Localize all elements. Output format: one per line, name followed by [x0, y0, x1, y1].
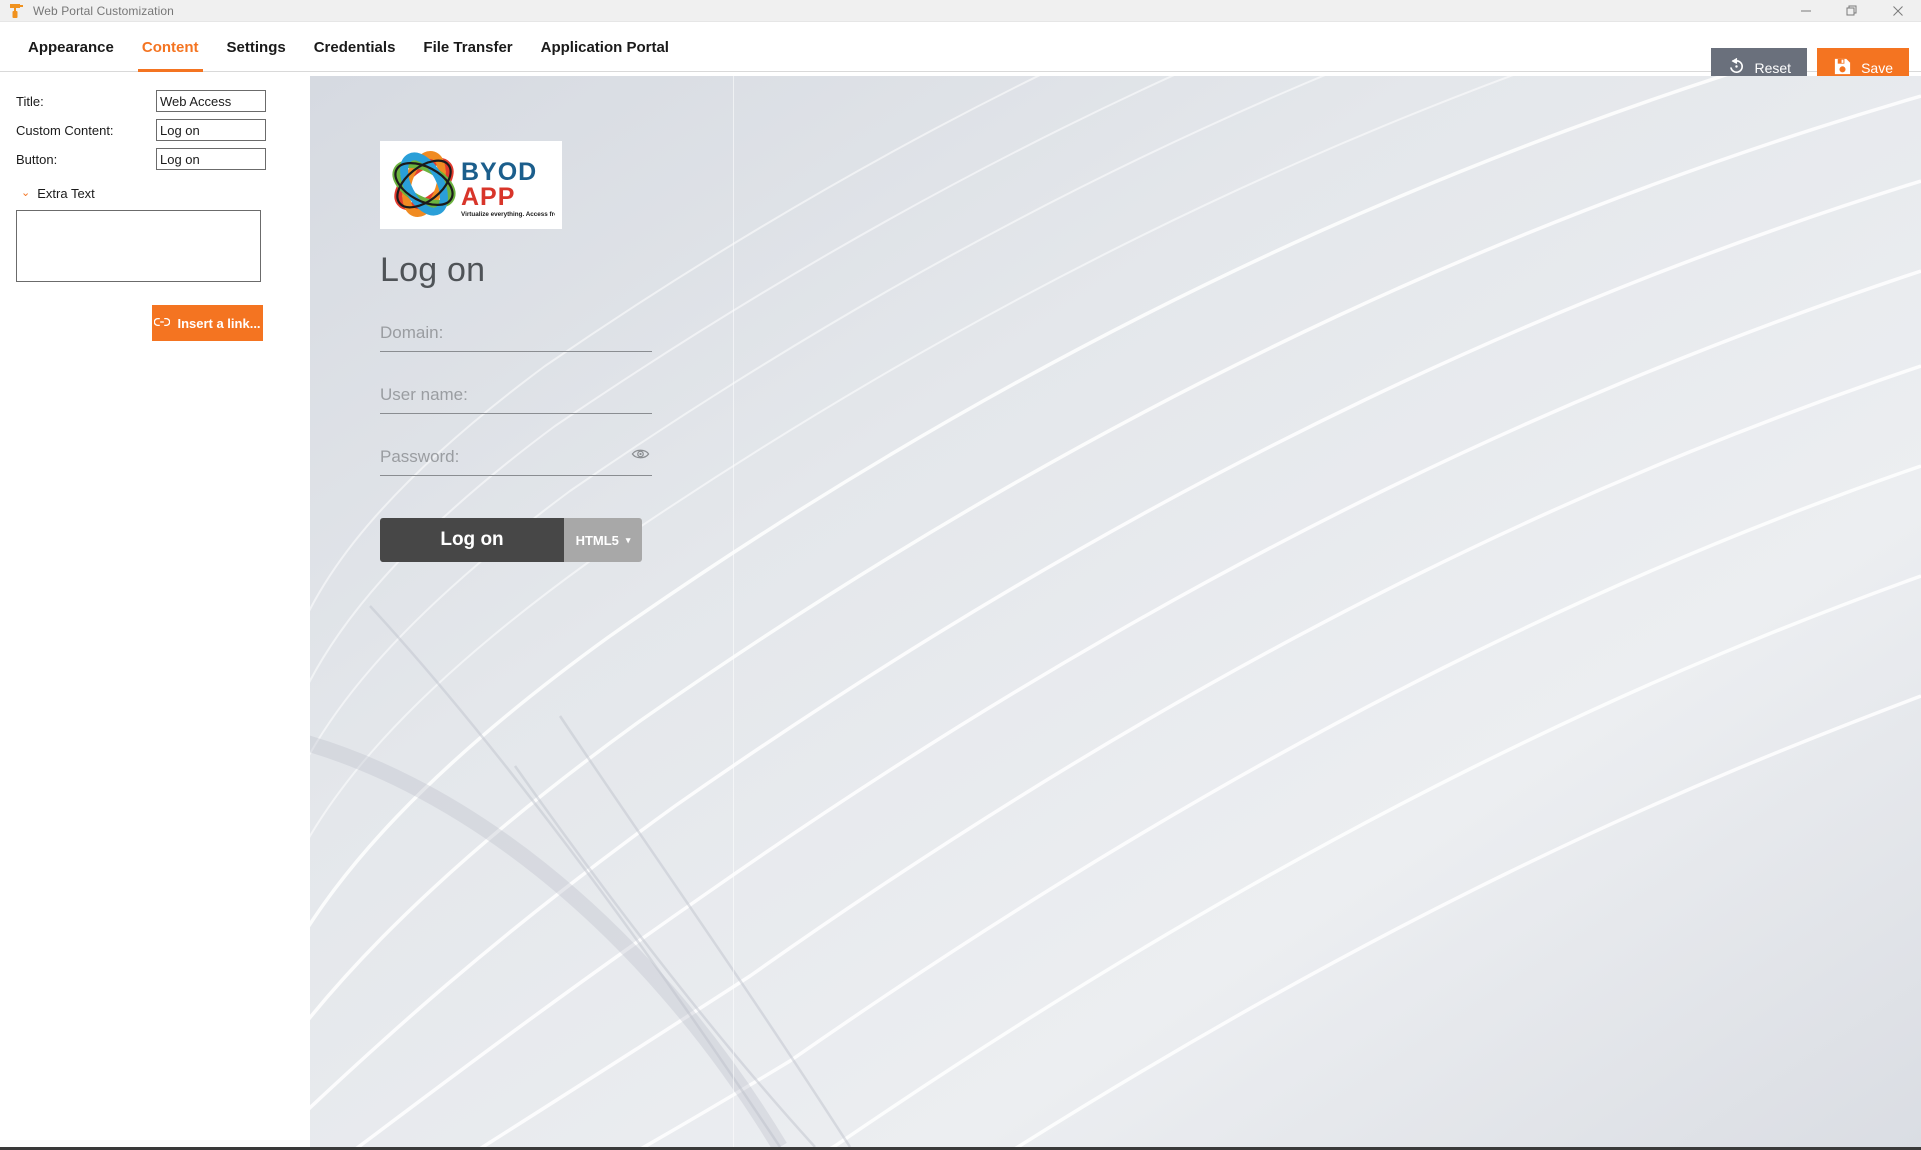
svg-text:BYOD: BYOD [461, 158, 537, 186]
field-row-title: Title: [16, 87, 294, 115]
byod-app-logo-graphic: BYOD APP Virtualize everything. Access f… [392, 151, 555, 218]
ribbon-bar: Appearance Content Settings Credentials … [0, 22, 1921, 88]
save-label: Save [1861, 60, 1893, 76]
client-mode-value: HTML5 [575, 532, 619, 548]
username-field[interactable]: User name: [380, 382, 652, 414]
tab-settings[interactable]: Settings [213, 23, 300, 72]
tab-file-transfer[interactable]: File Transfer [409, 23, 526, 72]
username-placeholder: User name: [380, 385, 468, 404]
tab-content[interactable]: Content [128, 23, 213, 72]
tab-credentials[interactable]: Credentials [300, 23, 410, 72]
reset-label: Reset [1754, 60, 1792, 76]
custom-content-input[interactable] [156, 119, 266, 141]
tab-label: Settings [226, 39, 286, 56]
restore-button[interactable] [1829, 0, 1875, 22]
link-icon [154, 316, 171, 331]
tab-label: File Transfer [423, 39, 513, 56]
title-input[interactable] [156, 90, 266, 112]
tab-label: Appearance [28, 39, 114, 56]
password-placeholder: Password: [380, 447, 460, 466]
tab-label: Content [141, 39, 199, 56]
window-title: Web Portal Customization [33, 3, 174, 18]
domain-placeholder: Domain: [380, 323, 444, 342]
portal-preview-pane: BYOD APP Virtualize everything. Access f… [310, 76, 1921, 1147]
logon-submit-label: Log on [440, 529, 504, 550]
extra-text-section-header[interactable]: ⌄ Extra Text [21, 186, 294, 201]
button-input[interactable] [156, 148, 266, 170]
title-label: Title: [16, 93, 44, 109]
svg-text:Virtualize everything. Access: Virtualize everything. Access from Anywh… [461, 211, 555, 218]
close-button[interactable] [1875, 0, 1921, 22]
password-field[interactable]: Password: [380, 444, 652, 476]
insert-link-label: Insert a link... [177, 315, 261, 331]
logon-submit-button[interactable]: Log on [380, 518, 564, 562]
window-controls [1783, 0, 1921, 22]
paint-roller-icon [5, 0, 27, 22]
show-password-eye-icon[interactable] [631, 447, 650, 466]
tab-label: Application Portal [540, 39, 669, 56]
field-row-custom-content: Custom Content: [16, 116, 294, 144]
tab-application-portal[interactable]: Application Portal [527, 23, 683, 72]
extra-text-section-title: Extra Text [37, 186, 95, 201]
content-editor-pane: Title: Custom Content: Button: ⌄ Extra T… [0, 73, 310, 1147]
custom-content-label: Custom Content: [16, 122, 114, 138]
minimize-button[interactable] [1783, 0, 1829, 22]
tab-appearance[interactable]: Appearance [14, 23, 128, 72]
title-bar: Web Portal Customization [0, 0, 1921, 22]
preview-vertical-divider [733, 76, 734, 1147]
logon-heading: Log on [380, 251, 486, 289]
chevron-down-icon: ▾ [625, 534, 631, 545]
domain-field[interactable]: Domain: [380, 320, 652, 352]
logon-action-row: Log on HTML5 ▾ [380, 518, 642, 562]
button-label: Button: [16, 151, 58, 167]
tab-list: Appearance Content Settings Credentials … [0, 22, 1921, 72]
svg-text:APP: APP [461, 183, 515, 211]
chevron-down-icon: ⌄ [21, 187, 31, 199]
application-window: Web Portal Customization Appearance Cont… [0, 0, 1921, 1150]
field-row-button: Button: [16, 145, 294, 173]
tab-label: Credentials [313, 39, 396, 56]
extra-text-textarea[interactable] [16, 210, 261, 282]
company-logo: BYOD APP Virtualize everything. Access f… [380, 141, 562, 229]
insert-link-button[interactable]: Insert a link... [152, 305, 263, 341]
client-mode-dropdown[interactable]: HTML5 ▾ [564, 518, 642, 562]
logon-card: BYOD APP Virtualize everything. Access f… [380, 141, 700, 562]
